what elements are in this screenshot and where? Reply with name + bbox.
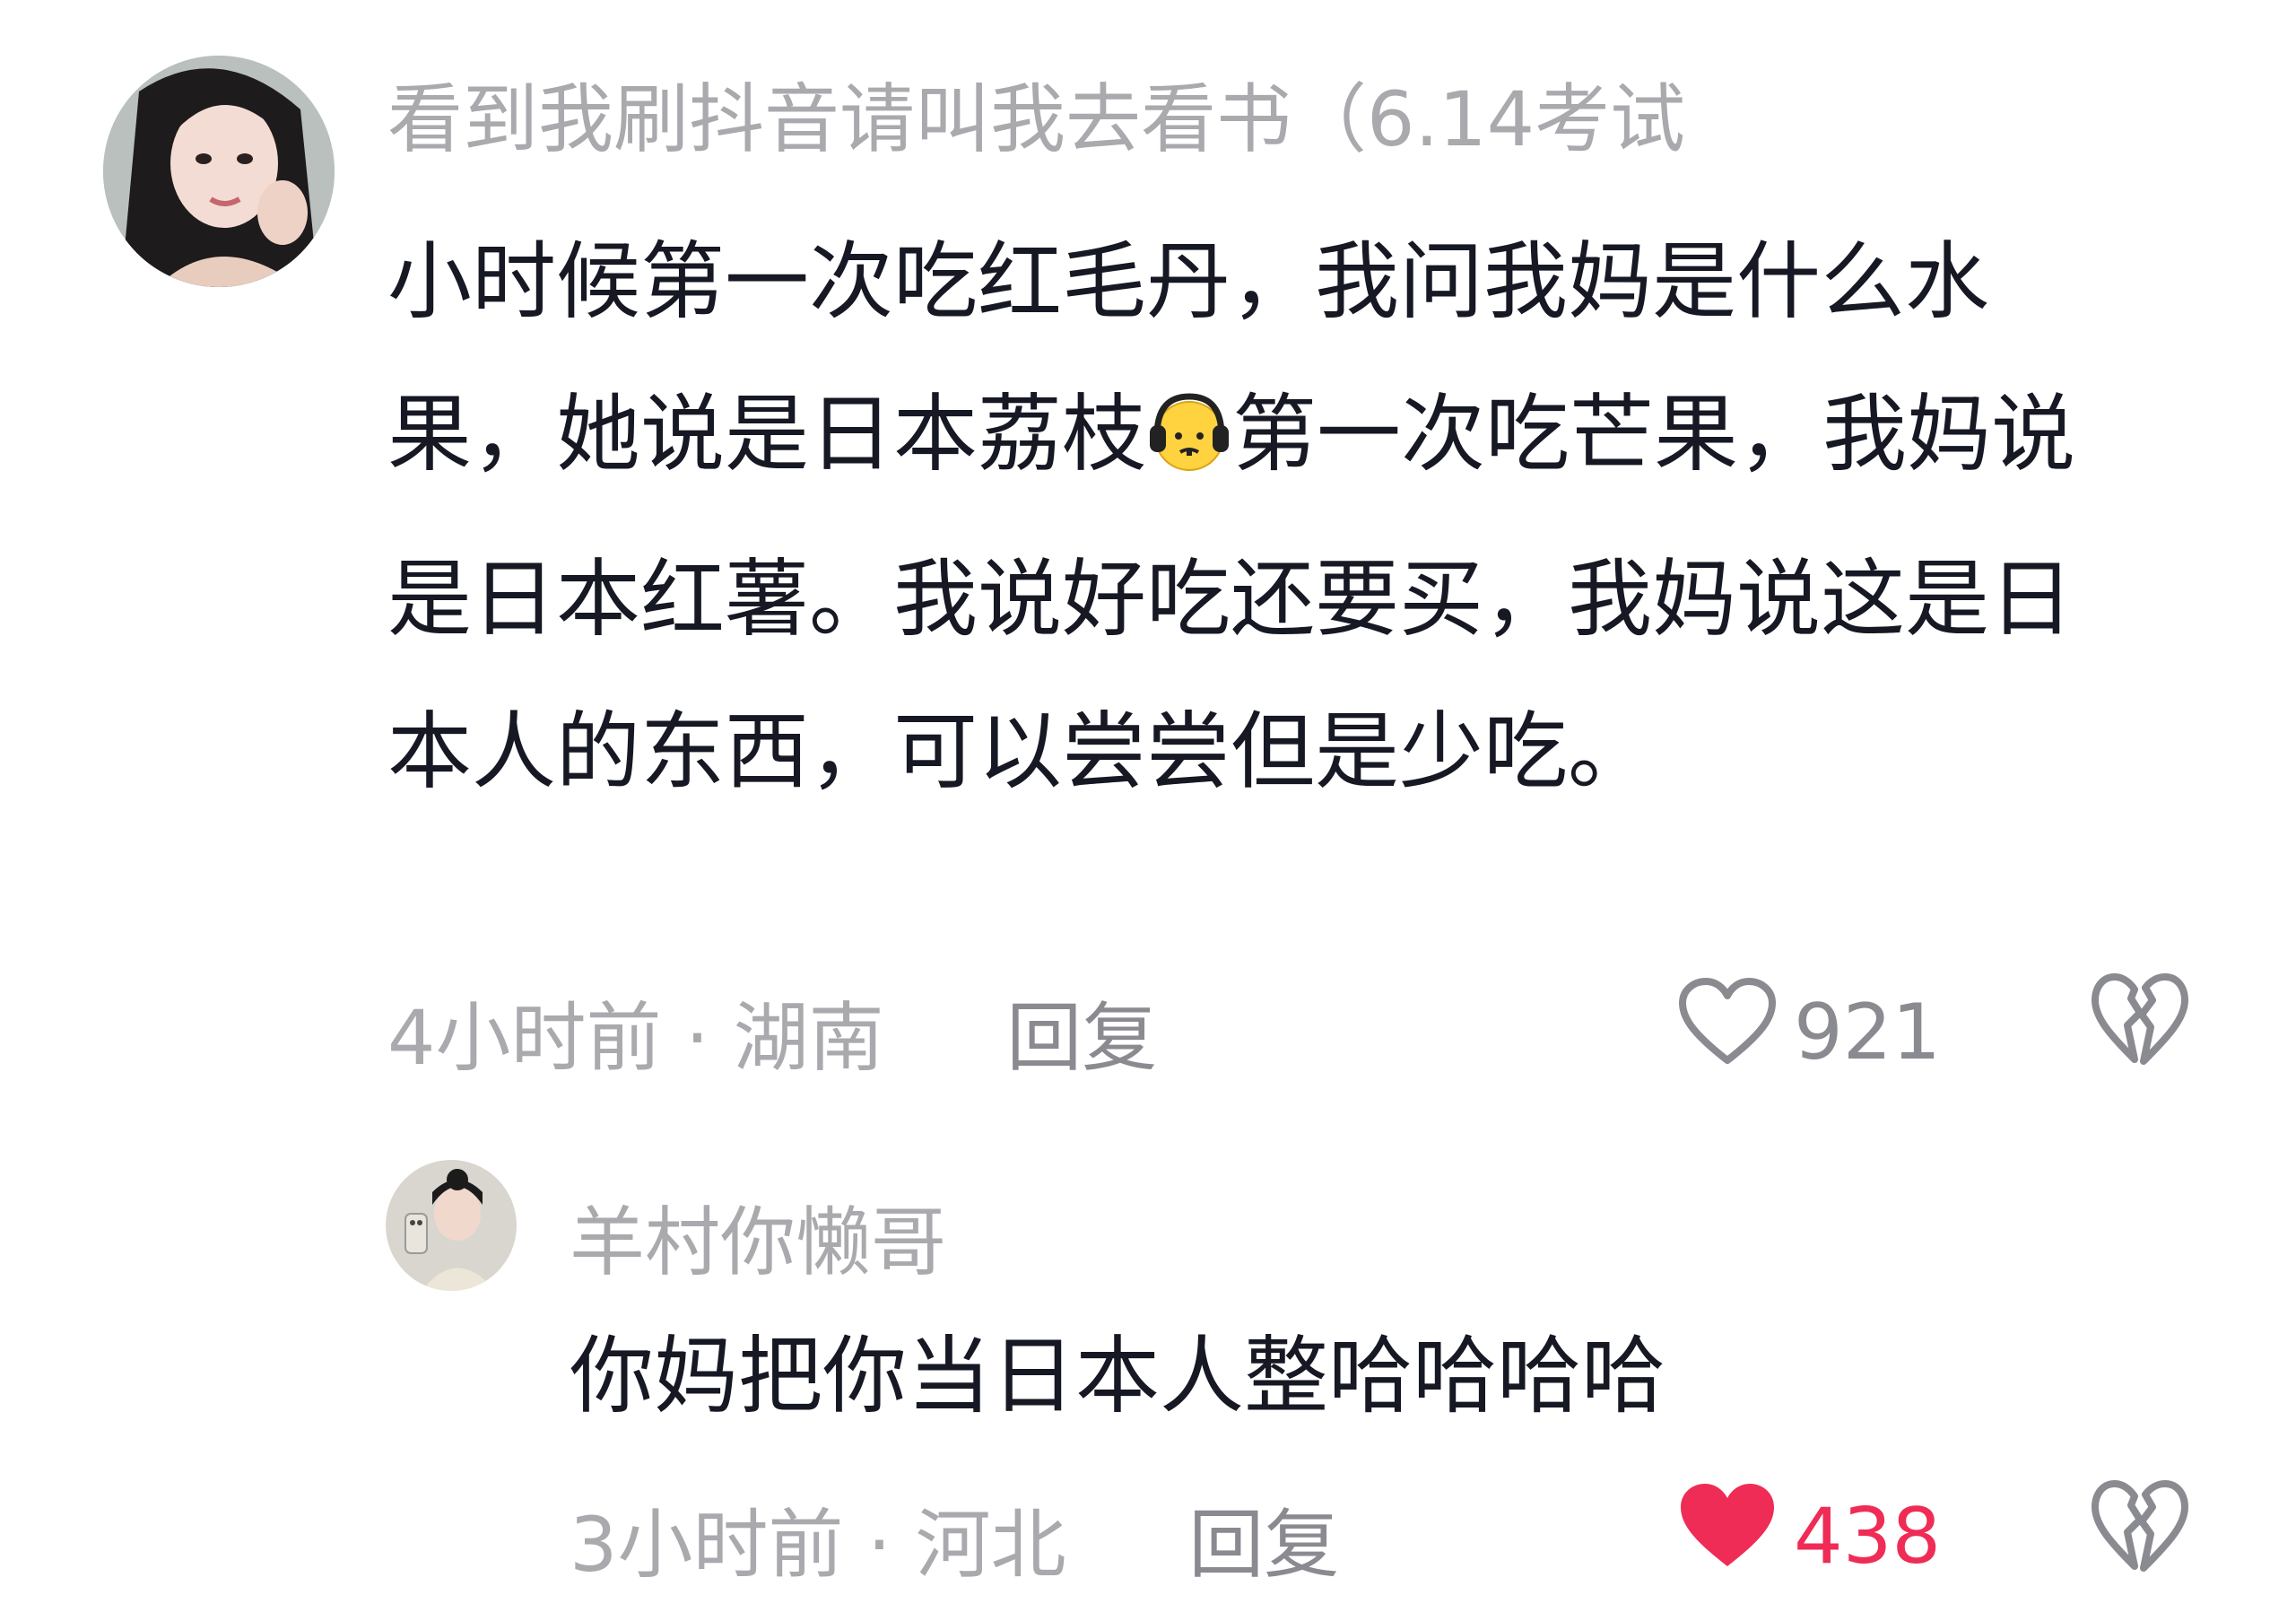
reply-button[interactable]: 回复 [1188, 1501, 1339, 1589]
broken-heart-icon [2090, 1480, 2190, 1582]
comment-meta: 4小时前 · 湖南 回复 [387, 978, 1157, 1086]
reply-location: 河北 [915, 1501, 1066, 1589]
reply-meta: 3小时前 · 河北 回复 [570, 1485, 1339, 1593]
comment-text: 小时候第一次吃红毛丹，我问我妈是什么水果，她说是日本荔枝 第一次吃芒果，我妈说是… [387, 206, 2136, 829]
reply-time: 3小时前 [570, 1501, 844, 1589]
comment-location: 湖南 [733, 994, 884, 1082]
comment-username[interactable]: 看到我刷抖音请叫我去看书（6.14考试 [387, 59, 1685, 168]
commenter-avatar[interactable] [103, 56, 335, 287]
comment-time: 4小时前 [387, 994, 662, 1082]
dislike-button[interactable] [2090, 1480, 2190, 1582]
reply-button[interactable]: 回复 [1006, 994, 1157, 1082]
like-button[interactable]: 921 [1677, 978, 1941, 1086]
reply-username[interactable]: 羊村你懒哥 [570, 1182, 946, 1291]
broken-heart-icon [2090, 973, 2190, 1076]
like-count: 438 [1794, 1491, 1942, 1582]
heart-filled-icon [1677, 1482, 1778, 1590]
meta-separator: · [685, 994, 709, 1082]
heart-outline-icon [1677, 978, 1778, 1086]
meta-separator: · [867, 1501, 891, 1589]
like-button[interactable]: 438 [1677, 1482, 1941, 1590]
headphones-face-emoji-icon [1146, 371, 1232, 524]
like-count: 921 [1794, 987, 1942, 1077]
dislike-button[interactable] [2090, 973, 2190, 1076]
reply-text: 你妈把你当日本人整哈哈哈哈 [570, 1328, 1666, 1425]
replier-avatar[interactable] [386, 1160, 517, 1291]
